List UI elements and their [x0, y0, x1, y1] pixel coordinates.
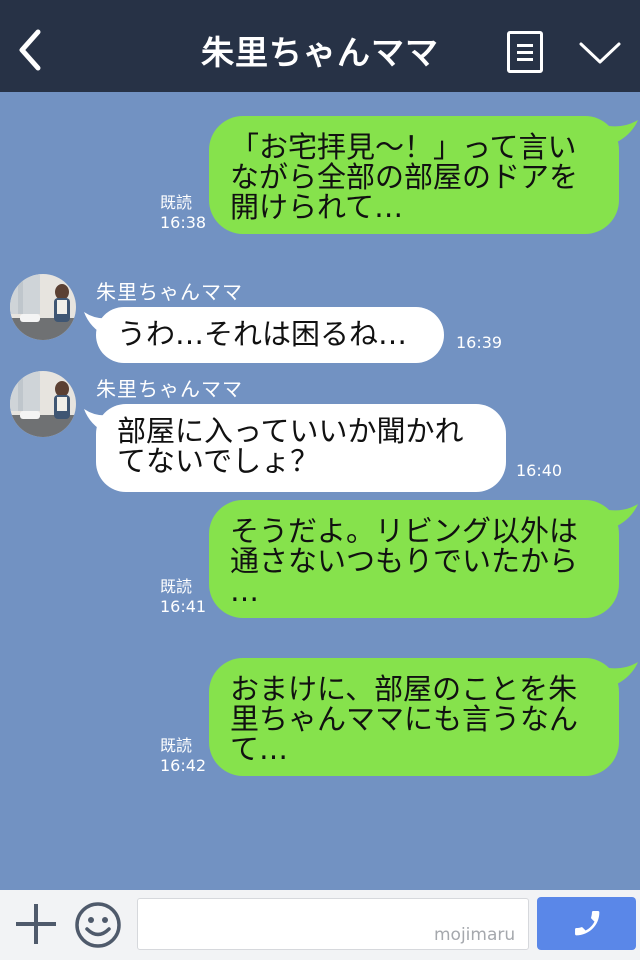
- sender-name: 朱里ちゃんママ: [96, 280, 243, 304]
- avatar[interactable]: [10, 371, 76, 437]
- sent-message-bubble[interactable]: 「お宅拝見〜！」って言い ながら全部の部屋のドアを 開けられて…: [209, 116, 619, 234]
- menu-list-icon: [517, 44, 533, 47]
- read-receipt-status: 既読: [160, 193, 193, 212]
- avatar[interactable]: [10, 274, 76, 340]
- chat-title: 朱里ちゃんママ: [201, 33, 439, 72]
- received-message-bubble[interactable]: 部屋に入っていいか聞かれ てないでしょ？: [96, 404, 506, 492]
- sent-message-bubble[interactable]: そうだよ。リビング以外は 通さないつもりでいたから …: [209, 500, 619, 618]
- chat-header: 朱里ちゃんママ: [0, 0, 640, 92]
- contact-photo-icon: [10, 371, 76, 437]
- phone-icon: [575, 911, 600, 936]
- bubble-tail: [609, 662, 638, 686]
- received-message-bubble[interactable]: うわ…それは困るね…: [96, 307, 444, 363]
- call-button[interactable]: [537, 897, 636, 950]
- bubble-tail: [609, 120, 638, 144]
- bubble-tail: [609, 504, 638, 528]
- read-receipt-status: 既読: [160, 577, 193, 596]
- plus-icon[interactable]: [16, 904, 56, 944]
- sender-name: 朱里ちゃんママ: [96, 377, 243, 401]
- emoji-button[interactable]: [73, 900, 123, 950]
- menu-list-line: [517, 51, 533, 54]
- watermark-text: mojimaru: [434, 925, 516, 945]
- message-timestamp: 16:41: [160, 597, 207, 616]
- read-receipt-status: 既読: [160, 736, 193, 755]
- menu-list-line: [517, 58, 533, 61]
- chevron-down-icon: [579, 42, 621, 64]
- message-timestamp: 16:40: [516, 461, 563, 480]
- sent-message-bubble[interactable]: おまけに、部屋のことを朱 里ちゃんママにも言うなん て…: [209, 658, 619, 776]
- contact-photo-icon: [10, 274, 76, 340]
- menu-button[interactable]: [507, 31, 543, 73]
- smiley-icon: [75, 902, 121, 948]
- message-timestamp: 16:39: [456, 333, 503, 352]
- dropdown-button[interactable]: [578, 40, 622, 66]
- message-timestamp: 16:42: [160, 756, 207, 775]
- message-timestamp: 16:38: [160, 213, 207, 232]
